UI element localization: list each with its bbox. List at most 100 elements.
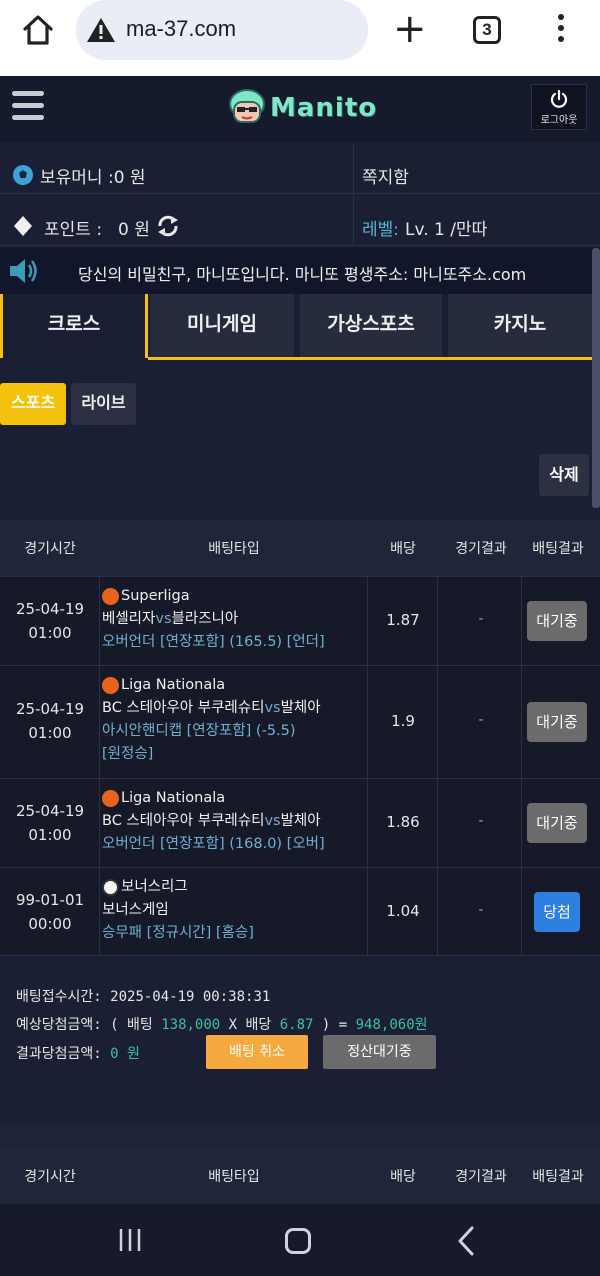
vs-label: vs	[264, 813, 281, 829]
match-time: 01:00	[28, 624, 72, 642]
notice-text: 당신의 비밀친구, 마니또입니다. 마니또 평생주소: 마니또주소.com	[78, 265, 527, 284]
divider	[353, 142, 354, 246]
logo-text: Manito	[270, 93, 378, 123]
tab-casino[interactable]: 카지노	[448, 294, 592, 358]
points-label: 포인트 :	[44, 220, 103, 240]
match-date: 25-04-19	[15, 802, 85, 820]
messages-link[interactable]: 쪽지함	[362, 163, 409, 188]
subtab-live[interactable]: 라이브	[71, 383, 136, 425]
url-text[interactable]: ma-37.com	[126, 16, 236, 42]
site-header: Manito 로그아웃	[0, 76, 600, 142]
match-date: 99-01-01	[15, 891, 85, 909]
match-date: 25-04-19	[15, 700, 85, 718]
league-name: Liga Nationala	[121, 790, 226, 806]
bet-type: 오버언더 [연장포함] (165.5) [언더]	[102, 634, 325, 650]
diamond-icon	[14, 216, 32, 236]
bet-type: 승무패 [정규시간] [홈승]	[102, 925, 254, 941]
home-icon[interactable]	[20, 12, 56, 48]
vs-label: vs	[264, 700, 281, 716]
game-result: -	[478, 813, 484, 829]
odds-value: 1.87	[386, 611, 420, 629]
bet-time-value: 2025-04-19 00:38:31	[110, 989, 271, 1005]
site-logo[interactable]: Manito	[228, 86, 377, 130]
table-header: 경기시간 배팅타입 배당 경기결과 배팅결과	[0, 520, 600, 576]
bet-details: Liga Nationala BC 스테아우아 부쿠레슈티vs발체아 아시안핸디…	[102, 674, 321, 766]
subtab-sports[interactable]: 스포츠	[0, 383, 66, 425]
league-name: Superliga	[121, 588, 190, 604]
odds-value: 1.86	[386, 813, 420, 831]
warning-icon[interactable]	[86, 16, 116, 44]
level-value: Lv. 1 /만따	[405, 220, 488, 240]
col-header-bet-result: 배팅결과	[532, 1169, 584, 1185]
home-team: BC 스테아우아 부쿠레슈티	[102, 700, 265, 716]
league-name: Liga Nationala	[121, 677, 226, 693]
expected-win-line: 예상당첨금액: ( 배팅 138,000 X 배당 6.87 ) = 948,0…	[16, 1014, 428, 1034]
table-row: 25-04-19 01:00 Liga Nationala BC 스테아우아 부쿠…	[0, 665, 600, 778]
match-date: 25-04-19	[15, 600, 85, 618]
away-team: 발체아	[280, 813, 321, 829]
bet-details: Superliga 베셀리자vs블라즈니아 오버언더 [연장포함] (165.5…	[102, 585, 325, 654]
expected-label: 예상당첨금액:	[16, 1017, 102, 1033]
scrollbar[interactable]	[592, 248, 600, 508]
tab-underline	[148, 357, 592, 360]
table-row: 25-04-19 01:00 Liga Nationala BC 스테아우아 부쿠…	[0, 778, 600, 867]
match-time: 00:00	[28, 915, 72, 933]
basketball-icon	[102, 588, 119, 605]
bet-details: 보너스리그 보너스게임 승무패 [정규시간] [홈승]	[102, 876, 254, 945]
col-header-game-result: 경기결과	[455, 1169, 507, 1185]
status-pending-button[interactable]: 대기중	[527, 803, 587, 843]
tab-count-button[interactable]: 3	[473, 16, 501, 44]
status-pending-button[interactable]: 대기중	[527, 702, 587, 742]
basketball-icon	[102, 677, 119, 694]
result-win-line: 결과당첨금액: 0 원	[16, 1043, 140, 1063]
col-header-bet-result: 배팅결과	[532, 541, 584, 557]
cancel-bet-button[interactable]: 배팅 취소	[206, 1035, 308, 1069]
match-datetime: 25-04-19 01:00	[0, 799, 100, 847]
logout-label: 로그아웃	[540, 115, 578, 126]
refresh-icon[interactable]	[156, 214, 180, 238]
game-result: -	[478, 712, 484, 728]
col-header-bet-type: 배팅타입	[208, 1169, 260, 1185]
status-pending-button[interactable]: 대기중	[527, 601, 587, 641]
tab-cross[interactable]: 크로스	[0, 294, 148, 358]
game-tabs: 크로스 미니게임 가상스포츠 카지노	[0, 294, 592, 360]
bet-type: 오버언더 [연장포함] (168.0) [오버]	[102, 836, 325, 852]
back-icon[interactable]	[456, 1226, 476, 1256]
expected-value: 948,060원	[355, 1017, 428, 1033]
bet-amount: 138,000	[161, 1017, 221, 1033]
address-bar[interactable]: ma-37.com	[76, 0, 368, 60]
col-header-time: 경기시간	[24, 541, 76, 557]
tab-virtual-sports[interactable]: 가상스포츠	[300, 294, 442, 358]
table-row: 25-04-19 01:00 Superliga 베셀리자vs블라즈니아 오버언더…	[0, 576, 600, 665]
section-divider	[0, 1122, 600, 1148]
recent-apps-icon[interactable]	[118, 1228, 142, 1252]
delete-button[interactable]: 삭제	[539, 454, 589, 496]
match-time: 01:00	[28, 724, 72, 742]
settlement-pending-button[interactable]: 정산대기중	[323, 1035, 436, 1069]
status-won-badge[interactable]: 당첨	[534, 892, 580, 932]
result-value: 0 원	[110, 1046, 140, 1062]
more-menu-icon[interactable]	[554, 14, 568, 46]
bet-time-label: 배팅접수시간:	[16, 989, 102, 1005]
table-row: 99-01-01 00:00 보너스리그 보너스게임 승무패 [정규시간] [홈승…	[0, 867, 600, 956]
game-result: -	[478, 902, 484, 918]
basketball-icon	[102, 790, 119, 807]
match-datetime: 25-04-19 01:00	[0, 697, 100, 745]
table-header: 경기시간 배팅타입 배당 경기결과 배팅결과	[0, 1148, 600, 1204]
browser-toolbar: ma-37.com + 3	[0, 0, 600, 76]
col-header-game-result: 경기결과	[455, 541, 507, 557]
col-header-time: 경기시간	[24, 1169, 76, 1185]
home-team: 보너스게임	[102, 902, 169, 918]
col-header-odds: 배당	[390, 1169, 416, 1185]
new-tab-icon[interactable]: +	[393, 9, 427, 49]
bet-details: Liga Nationala BC 스테아우아 부쿠레슈티vs발체아 오버언더 …	[102, 787, 325, 856]
home-button-icon[interactable]	[285, 1228, 311, 1254]
match-datetime: 25-04-19 01:00	[0, 597, 100, 645]
tab-minigame[interactable]: 미니게임	[150, 294, 294, 358]
hamburger-menu-icon[interactable]	[12, 91, 44, 121]
col-header-bet-type: 배팅타입	[208, 541, 260, 557]
expected-open: ( 배팅	[110, 1017, 153, 1033]
logout-button[interactable]: 로그아웃	[531, 84, 587, 130]
power-icon	[550, 89, 568, 108]
money-label: 보유머니 :0 원	[40, 168, 146, 188]
